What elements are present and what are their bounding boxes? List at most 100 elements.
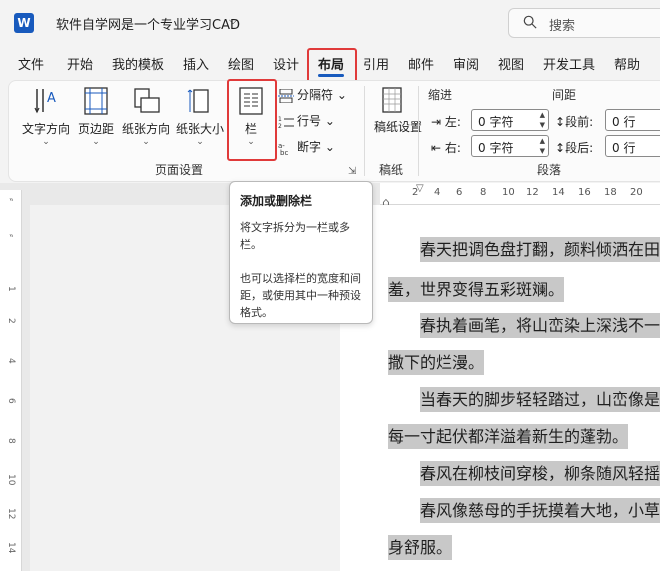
group-divider (364, 86, 365, 176)
horizontal-ruler[interactable]: 2 4 6 8 10 12 14 16 18 20 ▽ (380, 183, 660, 205)
document-line[interactable]: 羞，世界变得五彩斑斓。 (388, 276, 565, 304)
svg-text:A: A (47, 91, 56, 106)
tab-insert[interactable]: 插入 (183, 54, 209, 73)
spacing-after-field[interactable]: 0 行 (605, 135, 660, 157)
tab-help[interactable]: 帮助 (614, 54, 640, 73)
spacing-before-label: ↕段前: (555, 113, 593, 130)
tab-review[interactable]: 审阅 (453, 54, 479, 73)
manuscript-group-label: 稿纸 (379, 163, 404, 177)
margins-button[interactable]: 页边距 ⌄ (76, 86, 116, 147)
margins-label: 页边距 (77, 122, 114, 136)
tab-file[interactable]: 文件 (18, 54, 44, 73)
ruler-tick: 12 (526, 187, 539, 198)
spin-arrows-icon[interactable]: ▲ ▼ (540, 136, 545, 156)
search-box[interactable]: 搜索 (508, 8, 660, 38)
spacing-after-value: 0 行 (612, 141, 636, 155)
orientation-label: 纸张方向 (121, 122, 170, 136)
document-line[interactable]: 春天把调色盘打翻，颜料倾洒在田 (420, 236, 660, 264)
indent-right-value: 0 字符 (478, 141, 514, 155)
indent-right-text: 右: (444, 141, 461, 155)
hyphenation-button[interactable]: a-bc 断字 ⌄ (278, 138, 335, 155)
ruler-tick: 12 (6, 508, 16, 520)
spin-arrows-icon[interactable]: ▲ ▼ (540, 110, 545, 130)
text-direction-button[interactable]: A 文字方向 ⌄ (20, 86, 72, 147)
hyphenation-icon: a-bc (278, 142, 288, 155)
ruler-tick: 14 (552, 187, 565, 198)
ruler-tick: 6 (6, 398, 16, 404)
tab-my-templates[interactable]: 我的模板 (112, 54, 164, 73)
orientation-icon (134, 88, 160, 113)
tooltip-body-secondary: 也可以选择栏的宽度和间距，或使用其中一种预设格式。 (240, 272, 361, 319)
columns-tooltip: 添加或删除栏 将文字拆分为一栏或多栏。 也可以选择栏的宽度和间距，或使用其中一种… (229, 181, 373, 324)
chevron-down-icon[interactable]: ⌵ (229, 14, 237, 28)
tooltip-title: 添加或删除栏 (240, 194, 313, 208)
manuscript-icon (382, 87, 402, 113)
chevron-down-icon: ⌄ (196, 137, 204, 147)
indent-marker-icon[interactable]: ▽ (416, 183, 424, 194)
margins-icon (84, 87, 108, 115)
tooltip-body: 将文字拆分为一栏或多栏。 (240, 221, 350, 251)
page-size-icon (187, 89, 209, 113)
ruler-tick: 18 (604, 187, 617, 198)
indent-right-field[interactable]: 0 字符 ▲ ▼ (471, 135, 549, 157)
svg-text:1: 1 (278, 116, 282, 123)
page-setup-group-label: 页面设置 (155, 163, 204, 177)
hyphenation-label: 断字 (297, 140, 322, 154)
breaks-button[interactable]: 分隔符 ⌄ (278, 86, 347, 103)
orientation-button[interactable]: 纸张方向 ⌄ (120, 86, 172, 147)
spacing-before-text: 段前: (565, 115, 594, 129)
spacing-after-icon: ↕ (555, 141, 566, 155)
group-divider (418, 86, 419, 176)
columns-button-highlight (227, 79, 277, 161)
document-line[interactable]: 每一寸起伏都洋溢着新生的蓬勃。 (388, 423, 629, 451)
paragraph-group-label: 段落 (537, 163, 562, 177)
indent-right-label: ⇤ 右: (431, 139, 461, 156)
ruler-tick: 16 (578, 187, 591, 198)
document-line[interactable]: 身舒服。 (388, 534, 453, 562)
ruler-tick: ⸗ (6, 234, 16, 237)
spacing-before-field[interactable]: 0 行 (605, 109, 660, 131)
indent-right-icon: ⇤ (431, 141, 442, 155)
chevron-down-icon: ⌄ (42, 137, 50, 147)
tab-mailings[interactable]: 邮件 (408, 54, 434, 73)
chevron-down-icon: ⌄ (142, 137, 150, 147)
size-button[interactable]: 纸张大小 ⌄ (174, 86, 226, 147)
word-logo-icon: W (14, 13, 34, 33)
document-line[interactable]: 春风在柳枝间穿梭，柳条随风轻摇 (420, 460, 660, 488)
ruler-tick: 1 (6, 286, 16, 292)
document-title[interactable]: 软件自学网是一个专业学习CAD (56, 14, 240, 33)
tab-design[interactable]: 设计 (273, 54, 299, 73)
dialog-launcher-icon[interactable]: ⇲ (348, 166, 356, 177)
svg-text:bc: bc (280, 149, 288, 155)
text-direction-label: 文字方向 (21, 122, 70, 136)
line-numbers-button[interactable]: 1 2 行号 ⌄ (278, 112, 335, 129)
title-bar: W 软件自学网是一个专业学习CAD ⌵ 搜索 (0, 0, 660, 46)
breaks-label: 分隔符 (297, 88, 334, 102)
tab-developer[interactable]: 开发工具 (543, 54, 595, 73)
ruler-tick: 14 (6, 542, 16, 554)
indent-left-field[interactable]: 0 字符 ▲ ▼ (471, 109, 549, 131)
line-numbers-icon: 12 (278, 116, 294, 129)
tab-draw[interactable]: 绘图 (228, 54, 254, 73)
ruler-tick: 10 (502, 187, 515, 198)
indent-left-icon: ⇥ (431, 115, 442, 129)
tab-view[interactable]: 视图 (498, 54, 524, 73)
ruler-tick: 6 (456, 187, 463, 198)
tab-references[interactable]: 引用 (363, 54, 389, 73)
ruler-tick: 4 (6, 358, 16, 364)
document-line[interactable]: 春执着画笔，将山峦染上深浅不一 (420, 312, 660, 340)
document-line[interactable]: 撒下的烂漫。 (388, 349, 485, 377)
indent-left-label: ⇥ 左: (431, 113, 461, 130)
breaks-icon (278, 88, 294, 103)
spacing-before-value: 0 行 (612, 115, 636, 129)
chevron-down-icon: ⌄ (92, 137, 100, 147)
ruler-tick: 2 (6, 318, 16, 324)
tab-home[interactable]: 开始 (67, 54, 93, 73)
text-direction-icon: A (34, 89, 56, 114)
manuscript-settings-button[interactable]: 稿纸设置 (374, 86, 422, 134)
svg-text:2: 2 (278, 123, 282, 129)
layout-tab-highlight (307, 48, 357, 84)
document-line[interactable]: 春风像慈母的手抚摸着大地，小草 (420, 497, 660, 525)
document-line[interactable]: 当春天的脚步轻轻踏过，山峦像是 (420, 386, 660, 414)
vertical-ruler[interactable]: ⸗ ⸗ 1 2 4 6 8 10 12 14 (0, 190, 22, 571)
